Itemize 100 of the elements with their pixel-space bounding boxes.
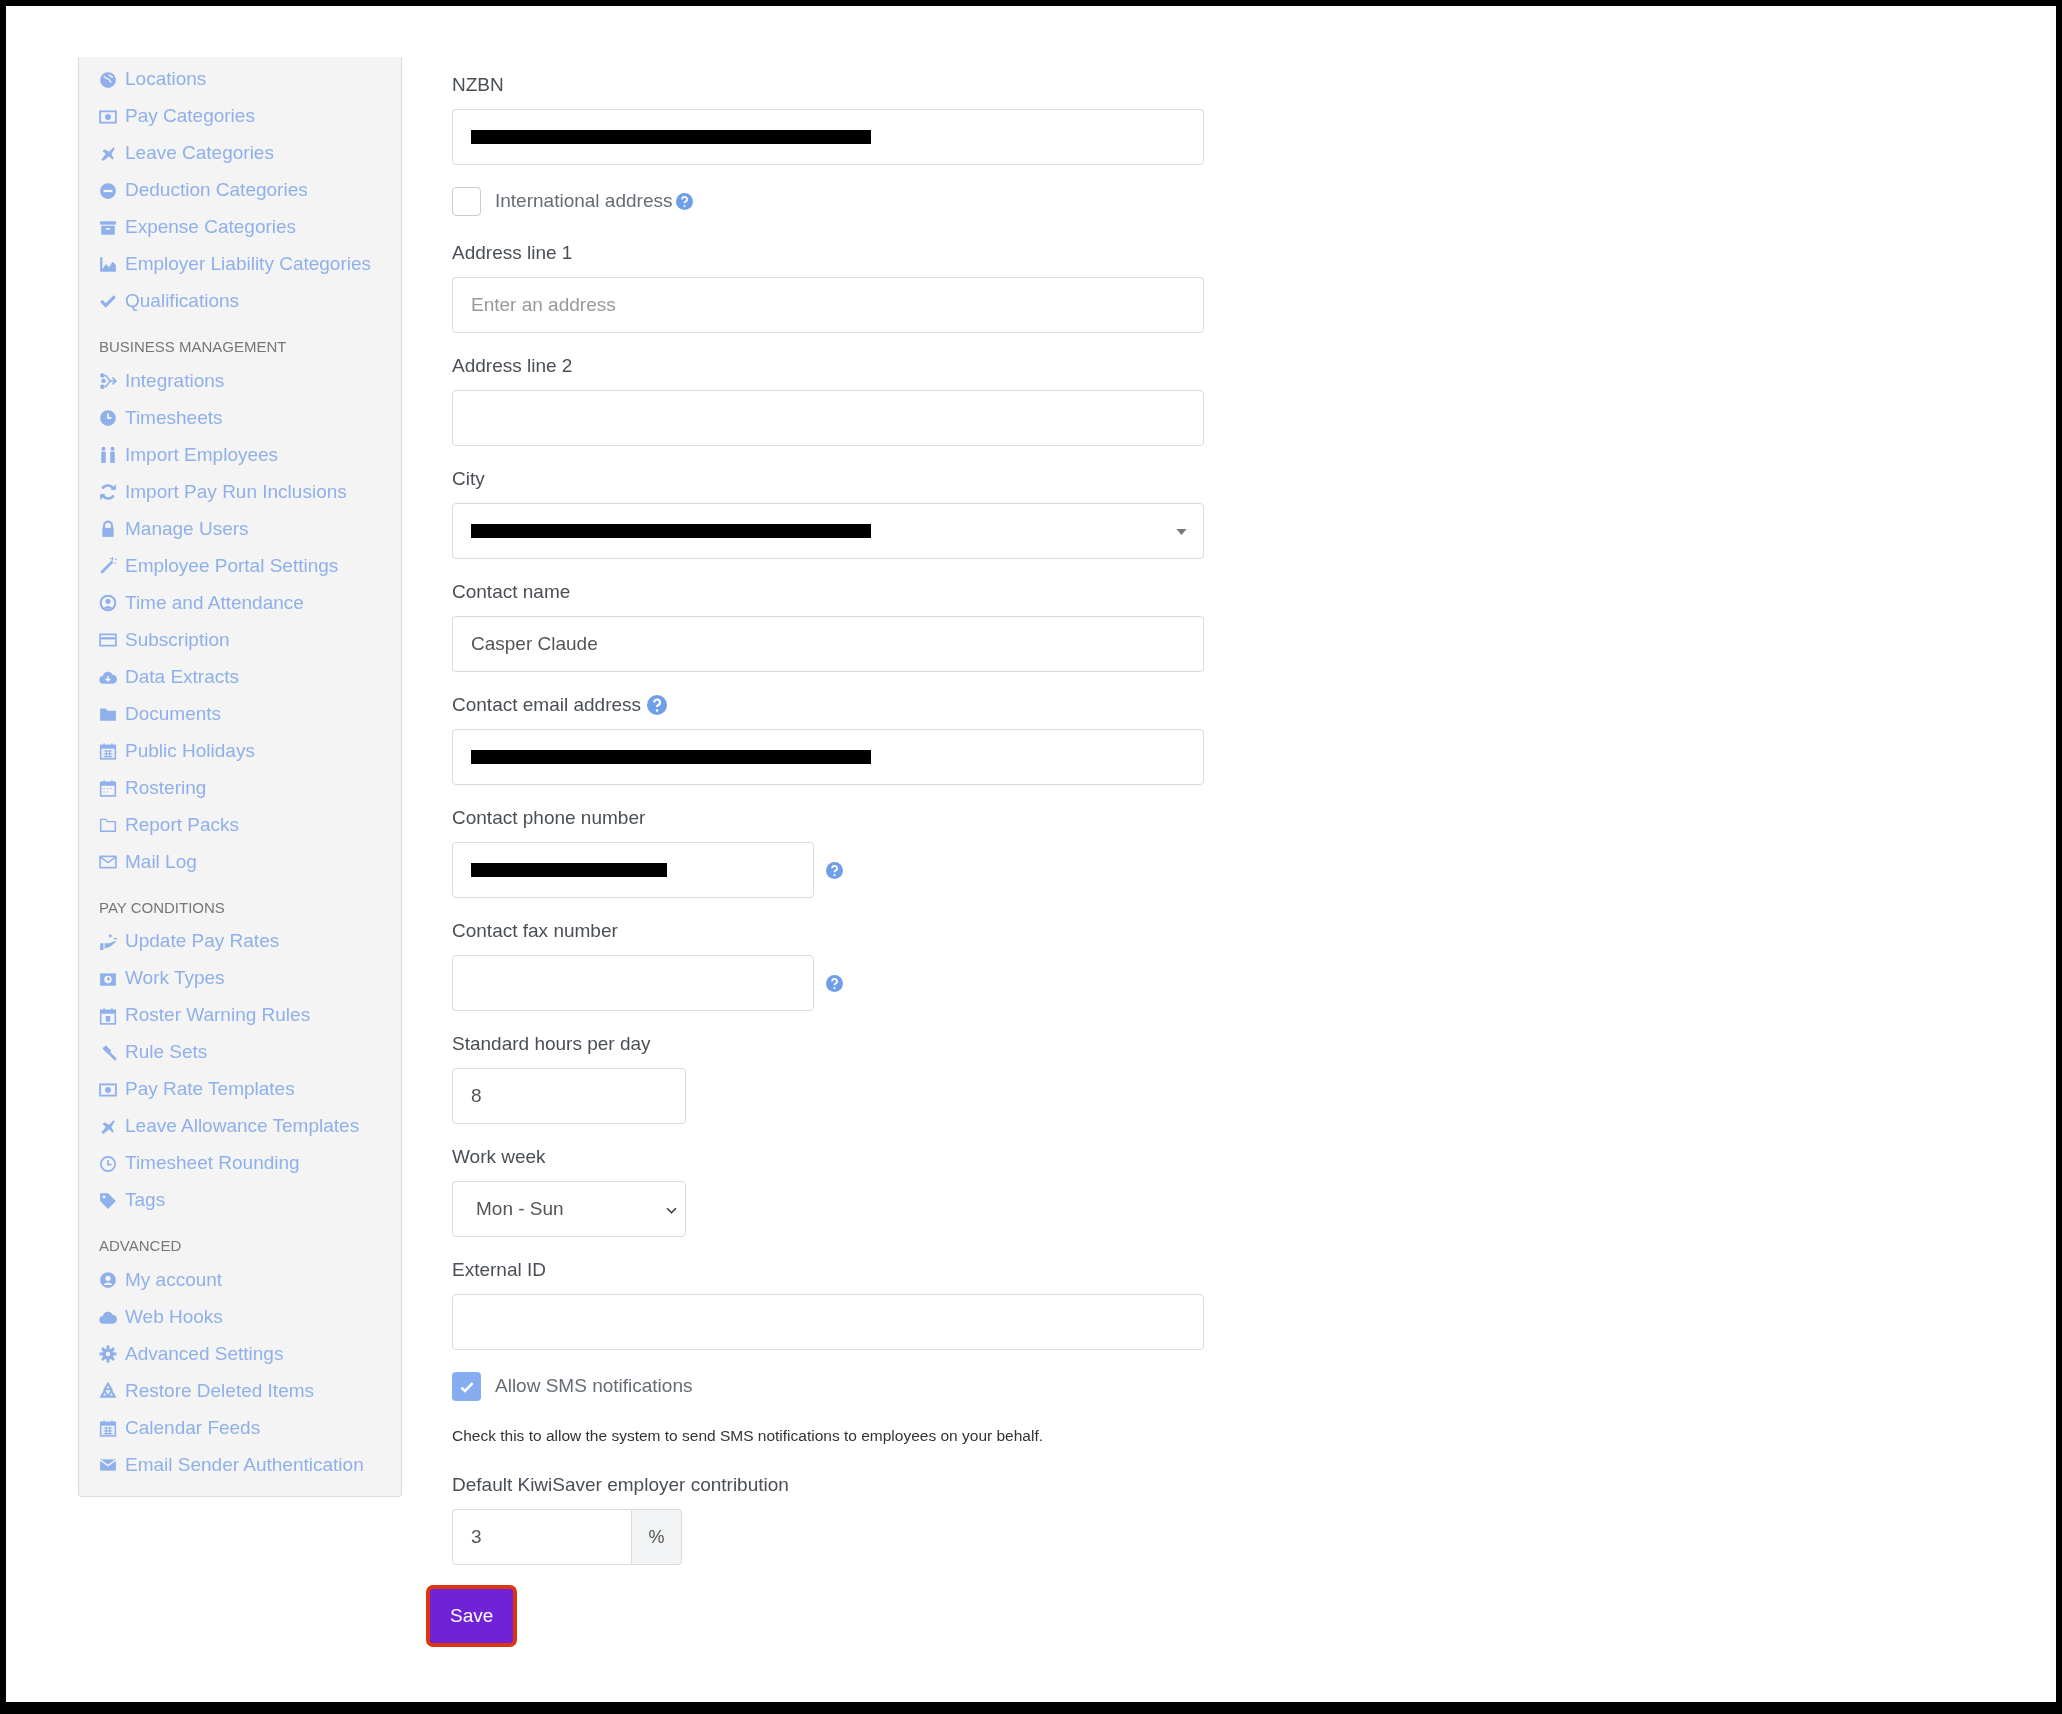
sidebar-item[interactable]: Integrations xyxy=(99,362,225,400)
chevron-icon xyxy=(666,1207,677,1214)
calendar-icon xyxy=(99,742,117,760)
input-field[interactable] xyxy=(452,955,814,1011)
field-label: Address line 1 xyxy=(452,242,573,264)
archive-box-icon xyxy=(99,218,117,237)
hand-plus-minus-icon xyxy=(99,932,117,951)
calendar-icon xyxy=(99,1419,117,1437)
sidebar-item[interactable]: Update Pay Rates xyxy=(99,923,280,960)
sidebar-item[interactable]: Employer Liability Categories xyxy=(99,246,372,283)
globe-icon xyxy=(99,70,117,89)
sidebar-item[interactable]: Data Extracts xyxy=(99,658,240,696)
help-text: Check this to allow the system to send SMS notifications to employees on your behalf. xyxy=(452,1427,1044,1445)
magic-wand-icon xyxy=(99,557,117,575)
field-label: Contact name xyxy=(452,581,571,603)
checkbox[interactable] xyxy=(452,1372,481,1401)
folder-icon xyxy=(99,705,117,723)
field-label: Address line 2 xyxy=(452,355,573,377)
city-dropdown[interactable] xyxy=(452,503,1204,559)
checkbox[interactable] xyxy=(452,187,481,216)
field-label: City xyxy=(452,468,485,490)
field-label: Default KiwiSaver employer contribution xyxy=(452,1474,789,1496)
sidebar-item[interactable]: Timesheets xyxy=(99,399,223,437)
user-circle-icon xyxy=(99,594,117,612)
sidebar-item[interactable]: Pay Rate Templates xyxy=(99,1071,295,1108)
input-field[interactable]: 3 xyxy=(452,1509,632,1565)
sidebar-item[interactable]: Report Packs xyxy=(99,806,240,844)
gavel-icon xyxy=(99,1043,117,1062)
sidebar-item[interactable]: Roster Warning Rules xyxy=(99,997,311,1034)
sidebar-item[interactable]: Import Pay Run Inclusions xyxy=(99,473,347,511)
input-field[interactable]: Enter an address xyxy=(452,277,1204,333)
gear-icon xyxy=(99,1345,117,1363)
input-field[interactable]: Casper Claude xyxy=(452,616,1204,672)
input-field[interactable]: 8 xyxy=(452,1068,686,1124)
sidebar-item[interactable]: Qualifications xyxy=(99,283,240,320)
field-label: Standard hours per day xyxy=(452,1033,651,1055)
sidebar-item[interactable]: Time and Attendance xyxy=(99,584,304,622)
refresh-icon xyxy=(99,483,117,501)
field-label: Contact phone number xyxy=(452,807,646,829)
sidebar-item[interactable]: Restore Deleted Items xyxy=(99,1372,315,1410)
sidebar-item[interactable]: Work Types xyxy=(99,960,225,997)
sidebar-item[interactable]: Subscription xyxy=(99,621,230,659)
week-select[interactable]: Mon - Sun xyxy=(452,1181,686,1237)
tag-icon xyxy=(99,1191,117,1210)
sidebar-item[interactable]: Pay Categories xyxy=(99,98,255,135)
sidebar-item[interactable]: Expense Categories xyxy=(99,209,297,246)
percent-addon: % xyxy=(632,1509,682,1565)
sidebar-item[interactable]: Web Hooks xyxy=(99,1298,223,1336)
envelope-icon xyxy=(99,853,117,871)
airplane-icon xyxy=(99,144,117,163)
area-chart-icon xyxy=(99,255,117,274)
sidebar-item[interactable]: Leave Categories xyxy=(99,135,274,172)
sidebar-item[interactable]: Public Holidays xyxy=(99,732,255,770)
sidebar-item[interactable]: Rule Sets xyxy=(99,1034,208,1071)
input-field[interactable] xyxy=(452,729,1204,785)
sidebar-item[interactable]: Employee Portal Settings xyxy=(99,547,339,585)
field-label: NZBN xyxy=(452,74,504,96)
help-icon[interactable] xyxy=(826,974,843,992)
calendar-icon xyxy=(99,1006,117,1025)
caret-icon xyxy=(1176,529,1187,535)
input-field[interactable] xyxy=(452,109,1204,165)
user-circle-icon xyxy=(99,1271,117,1289)
clock-icon xyxy=(99,409,117,427)
help-icon[interactable] xyxy=(826,861,843,879)
folder-icon xyxy=(99,816,117,834)
sidebar-item[interactable]: Manage Users xyxy=(99,510,249,548)
help-icon[interactable] xyxy=(676,193,694,210)
sidebar-item[interactable]: Leave Allowance Templates xyxy=(99,1108,360,1145)
section-heading: ADVANCED xyxy=(99,1236,182,1256)
sidebar-item[interactable]: Deduction Categories xyxy=(99,172,308,209)
sidebar-item[interactable]: Calendar Feeds xyxy=(99,1409,261,1447)
envelope-icon xyxy=(99,1456,117,1474)
field-label: Contact email address xyxy=(452,694,642,716)
field-label: External ID xyxy=(452,1259,546,1281)
sidebar-item[interactable]: My account xyxy=(99,1261,223,1299)
help-icon[interactable] xyxy=(647,695,668,715)
sidebar-item[interactable]: Documents xyxy=(99,695,222,733)
field-label: Contact fax number xyxy=(452,920,618,942)
save-button[interactable]: Save xyxy=(426,1585,518,1647)
branch-arrows-icon xyxy=(99,372,117,390)
field-label: Work week xyxy=(452,1146,546,1168)
minus-circle-icon xyxy=(99,181,117,200)
padlock-icon xyxy=(99,520,117,538)
sidebar-item[interactable]: Tags xyxy=(99,1182,166,1219)
airplane-icon xyxy=(99,1117,117,1136)
banknote-icon xyxy=(99,1080,117,1099)
sidebar-item[interactable]: Locations xyxy=(99,61,207,98)
input-field[interactable] xyxy=(452,842,814,898)
checkbox-label: International address xyxy=(495,189,673,214)
input-field[interactable] xyxy=(452,390,1204,446)
sidebar-item[interactable]: Mail Log xyxy=(99,843,197,881)
input-field[interactable] xyxy=(452,1294,1204,1350)
sidebar-item[interactable]: Import Employees xyxy=(99,436,279,474)
sidebar-item[interactable]: Advanced Settings xyxy=(99,1335,284,1373)
sidebar-item[interactable]: Rostering xyxy=(99,769,207,807)
checkbox-label: Allow SMS notifications xyxy=(495,1374,693,1399)
sidebar-item[interactable]: Timesheet Rounding xyxy=(99,1145,300,1182)
banknote-icon xyxy=(99,107,117,126)
sidebar-item[interactable]: Email Sender Authentication xyxy=(99,1446,364,1484)
section-heading: BUSINESS MANAGEMENT xyxy=(99,337,287,357)
